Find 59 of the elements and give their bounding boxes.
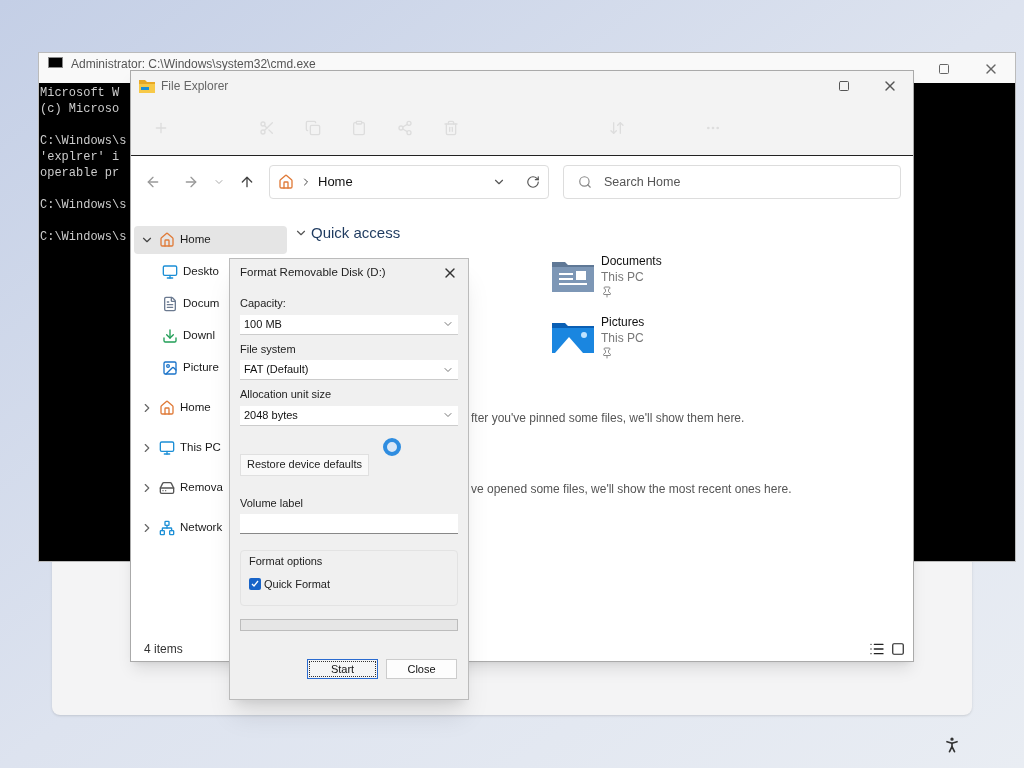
download-icon	[162, 328, 178, 344]
console-line: C:\Windows\s	[40, 197, 127, 213]
home-icon	[278, 174, 294, 190]
field-label: Volume label	[240, 495, 304, 511]
field-label: Allocation unit size	[240, 387, 333, 402]
forward-icon[interactable]	[183, 174, 199, 190]
sidebar-item[interactable]: Home	[134, 226, 287, 254]
folder-location: This PC	[601, 330, 645, 346]
network-icon	[159, 520, 175, 536]
maximize-icon[interactable]	[838, 80, 850, 92]
details-view-icon[interactable]	[869, 641, 885, 657]
checkbox-label[interactable]: Quick Format	[264, 575, 330, 592]
home-icon	[159, 232, 175, 248]
up-icon[interactable]	[239, 174, 255, 190]
search-field[interactable]: Search Home	[563, 165, 901, 199]
address-text: Home	[318, 173, 353, 192]
monitor-icon	[159, 440, 175, 456]
image-icon	[162, 360, 178, 376]
field-label: File system	[240, 341, 297, 357]
status-text: 4 items	[144, 641, 183, 658]
drive-icon	[159, 480, 175, 496]
empty-message: ve opened some files, we'll show the most recent ones here.	[471, 481, 792, 498]
documents-folder-icon	[551, 259, 595, 293]
console-line: 'explrer' i	[40, 149, 120, 165]
folder-name[interactable]: Documents	[601, 253, 662, 269]
checkbox[interactable]	[249, 577, 261, 590]
tiles-view-icon[interactable]	[891, 642, 905, 656]
empty-message: fter you've pinned some files, we'll show them here.	[471, 410, 745, 427]
console-icon	[48, 57, 63, 68]
dropdown[interactable]: 2048 bytes	[240, 405, 458, 426]
dialog-button[interactable]: Close	[386, 659, 457, 679]
console-line: C:\Windows\s	[40, 229, 127, 245]
maximize-icon[interactable]	[938, 63, 950, 75]
home-icon	[159, 400, 175, 416]
console-line: Microsoft W	[40, 85, 120, 101]
folder-icon	[139, 79, 155, 93]
dialog-button[interactable]: Start	[307, 659, 378, 679]
field-label: Capacity:	[240, 296, 287, 311]
dropdown[interactable]: FAT (Default)	[240, 360, 458, 380]
console-line: C:\Windows\s	[40, 133, 127, 149]
window-title: Administrator: C:\Windows\system32\cmd.exe	[71, 56, 316, 73]
refresh-icon[interactable]	[526, 175, 540, 189]
folder-name[interactable]: Pictures	[601, 314, 645, 330]
section-header[interactable]: Quick access	[294, 222, 401, 245]
restore-defaults-button[interactable]: Restore device defaults	[240, 453, 369, 476]
document-icon	[162, 296, 178, 312]
back-icon[interactable]	[145, 174, 161, 190]
pictures-folder-icon	[551, 320, 595, 354]
address-bar[interactable]: Home	[269, 165, 549, 199]
search-icon	[578, 175, 592, 189]
desktop-icon	[162, 264, 178, 280]
dialog-title: Format Removable Disk (D:)	[240, 265, 386, 281]
folder-location: This PC	[601, 269, 645, 285]
volume-label-field[interactable]	[240, 514, 458, 534]
console-line: operable pr	[40, 165, 120, 181]
console-line: (c) Microso	[40, 101, 120, 117]
dropdown[interactable]: 100 MB	[240, 314, 458, 335]
window-title: File Explorer	[161, 78, 229, 95]
group-title: Format options	[249, 554, 324, 569]
